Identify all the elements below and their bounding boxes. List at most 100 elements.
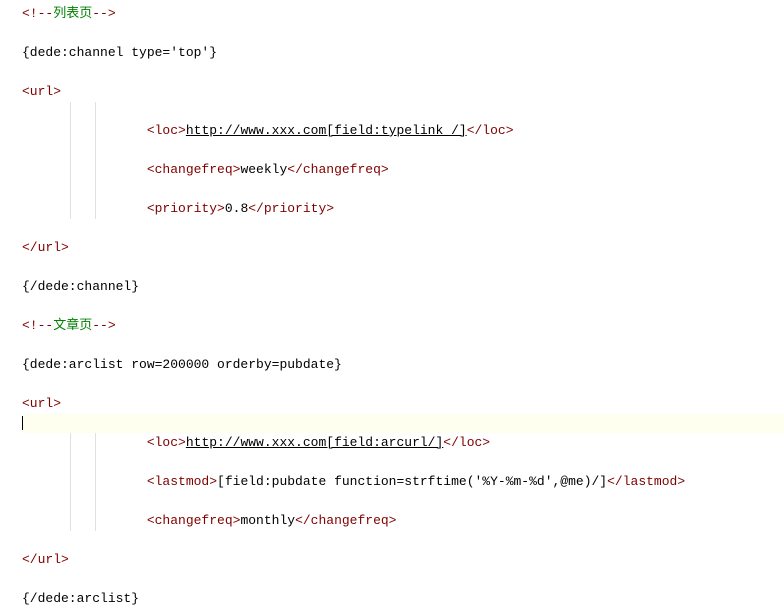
code-line[interactable] <box>22 219 784 239</box>
indent-guide <box>70 472 71 492</box>
code-token: [field:pubdate function=strftime('%Y-%m-… <box>217 474 607 489</box>
indent-guide <box>95 180 96 200</box>
code-line[interactable] <box>22 453 784 473</box>
line-content <box>22 103 30 119</box>
code-line[interactable] <box>22 24 784 44</box>
line-content: {dede:channel type='top'} <box>22 45 217 61</box>
line-content <box>22 532 30 548</box>
indent-guide <box>70 433 71 453</box>
code-line[interactable]: <changefreq>weekly</changefreq> <box>22 160 784 180</box>
code-token: </changefreq> <box>295 513 396 528</box>
indent-guide <box>95 160 96 180</box>
line-content: {dede:arclist row=200000 orderby=pubdate… <box>22 357 342 373</box>
code-line[interactable]: <loc>http://www.xxx.com[field:arcurl/]</… <box>22 433 784 453</box>
code-line[interactable] <box>22 336 784 356</box>
line-content <box>22 142 30 158</box>
code-area[interactable]: <!--列表页--> {dede:channel type='top'} <ur… <box>12 0 784 612</box>
code-line[interactable]: {dede:channel type='top'} <box>22 43 784 63</box>
code-line[interactable] <box>22 141 784 161</box>
code-token: <lastmod> <box>147 474 217 489</box>
code-line[interactable]: <priority>0.8</priority> <box>22 199 784 219</box>
code-line[interactable]: </url> <box>22 550 784 570</box>
line-content: </url> <box>22 240 69 256</box>
code-line[interactable] <box>22 258 784 278</box>
indent-guide <box>95 199 96 219</box>
line-content: <url> <box>22 396 61 412</box>
line-content <box>22 181 30 197</box>
line-content: <changefreq>weekly</changefreq> <box>22 162 389 178</box>
code-token: </priority> <box>248 201 334 216</box>
code-token: <!-- <box>22 6 53 21</box>
text-cursor <box>22 416 23 430</box>
indent-guide <box>95 433 96 453</box>
line-content <box>22 454 30 470</box>
code-line[interactable]: </url> <box>22 238 784 258</box>
code-line[interactable]: <url> <box>22 394 784 414</box>
code-line[interactable] <box>22 570 784 590</box>
line-content: <!--文章页--> <box>22 318 116 334</box>
indent-guide <box>70 492 71 512</box>
code-token: <changefreq> <box>147 162 241 177</box>
line-content <box>22 259 30 275</box>
line-content: <loc>http://www.xxx.com[field:arcurl/]</… <box>22 435 490 451</box>
code-line[interactable] <box>22 180 784 200</box>
indent-guide <box>70 511 71 531</box>
line-content <box>22 493 30 509</box>
code-line[interactable] <box>22 531 784 551</box>
code-line[interactable] <box>22 63 784 83</box>
code-token: http://www.xxx.com[field:arcurl/] <box>186 435 443 450</box>
code-line[interactable]: <url> <box>22 82 784 102</box>
code-token: </url> <box>22 552 69 567</box>
code-token: <loc> <box>147 435 186 450</box>
line-content: <changefreq>monthly</changefreq> <box>22 513 396 529</box>
code-line[interactable] <box>22 375 784 395</box>
code-line[interactable] <box>22 492 784 512</box>
indent-guide <box>95 121 96 141</box>
code-token: {dede:channel type='top'} <box>22 45 217 60</box>
line-content <box>22 64 30 80</box>
code-token: 文章页 <box>53 318 92 333</box>
indent-guide <box>70 141 71 161</box>
code-token: --> <box>92 318 115 333</box>
code-line[interactable]: {/dede:arclist} <box>22 589 784 609</box>
line-content: </url> <box>22 552 69 568</box>
code-line[interactable]: {/dede:channel} <box>22 277 784 297</box>
indent-guide <box>70 102 71 122</box>
line-content <box>22 337 30 353</box>
code-token: monthly <box>240 513 295 528</box>
indent-guide <box>70 199 71 219</box>
code-line[interactable]: <!--文章页--> <box>22 316 784 336</box>
line-content: {/dede:arclist} <box>22 591 139 607</box>
line-content: {/dede:channel} <box>22 279 139 295</box>
code-token: {dede:arclist row=200000 orderby=pubdate… <box>22 357 342 372</box>
code-token: </lastmod> <box>607 474 685 489</box>
line-content <box>22 571 30 587</box>
code-line[interactable] <box>22 297 784 317</box>
line-content: <!--列表页--> <box>22 6 116 22</box>
code-line[interactable]: <lastmod>[field:pubdate function=strftim… <box>22 472 784 492</box>
code-line[interactable]: {dede:arclist row=200000 orderby=pubdate… <box>22 355 784 375</box>
code-token: </changefreq> <box>287 162 388 177</box>
code-token: <url> <box>22 84 61 99</box>
code-token: --> <box>92 6 115 21</box>
code-editor: <!--列表页--> {dede:channel type='top'} <ur… <box>0 0 784 612</box>
indent-guide <box>95 511 96 531</box>
code-token: <url> <box>22 396 61 411</box>
code-line[interactable]: <loc>http://www.xxx.com[field:typelink /… <box>22 121 784 141</box>
indent-guide <box>95 102 96 122</box>
code-token: weekly <box>240 162 287 177</box>
code-line[interactable]: <!--列表页--> <box>22 4 784 24</box>
code-line[interactable] <box>22 414 784 434</box>
indent-guide <box>95 472 96 492</box>
indent-guide <box>70 160 71 180</box>
code-token: {/dede:channel} <box>22 279 139 294</box>
code-token: <priority> <box>147 201 225 216</box>
code-token: </loc> <box>467 123 514 138</box>
indent-guide <box>95 492 96 512</box>
code-line[interactable]: <changefreq>monthly</changefreq> <box>22 511 784 531</box>
code-token: <loc> <box>147 123 186 138</box>
code-line[interactable] <box>22 102 784 122</box>
line-content: <priority>0.8</priority> <box>22 201 334 217</box>
code-token: </loc> <box>443 435 490 450</box>
code-token: 0.8 <box>225 201 248 216</box>
